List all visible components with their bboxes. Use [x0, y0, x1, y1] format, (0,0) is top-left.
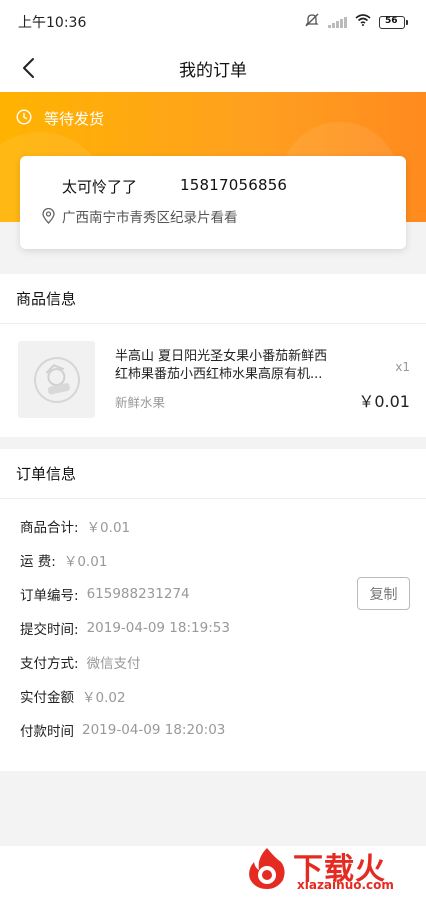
info-value: ￥0.02 [82, 690, 126, 706]
product-item[interactable]: 半高山 夏日阳光圣女果小番茄新鲜西红柿果番茄小西红柿水果高原有机... 新鲜水果… [0, 324, 426, 437]
info-label: 实付金额 [20, 690, 74, 706]
goods-section-header: 商品信息 [0, 274, 426, 324]
battery-level: 56 [385, 15, 398, 26]
mute-icon [304, 13, 320, 31]
product-store: 新鲜水果 [115, 395, 166, 410]
location-pin-icon [42, 207, 55, 224]
signal-icon [328, 16, 347, 28]
status-bar: 上午10:36 56 [0, 0, 426, 44]
product-thumbnail [18, 341, 95, 418]
copy-button[interactable]: 复制 [357, 577, 410, 610]
battery-icon: 56 [379, 15, 408, 29]
recipient-address: 广西南宁市青秀区纪录片看看 [62, 210, 238, 226]
page-title: 我的订单 [179, 60, 247, 81]
info-value: 微信支付 [86, 656, 141, 672]
address-card[interactable]: 太可怜了了 15817056856 广西南宁市青秀区纪录片看看 [20, 156, 406, 249]
order-info-row: 订单编号: 615988231274 复制 [0, 577, 426, 611]
info-value: ￥0.01 [86, 520, 131, 536]
info-label: 付款时间 [20, 724, 74, 740]
info-value: 2019-04-09 18:20:03 [82, 722, 226, 738]
order-info-section: 订单信息 商品合计: ￥0.01 运 费: ￥0.01 订单编号: 615988… [0, 449, 426, 771]
info-label: 订单编号: [20, 588, 79, 604]
watermark-url: xiazaihuo.com [297, 878, 394, 892]
order-info-row: 实付金额 ￥0.02 [0, 679, 426, 713]
nav-bar: 我的订单 [0, 44, 426, 92]
order-info-header: 订单信息 [0, 449, 426, 499]
order-info-list: 商品合计: ￥0.01 运 费: ￥0.01 订单编号: 61598823127… [0, 499, 426, 765]
info-value: ￥0.01 [63, 554, 108, 570]
status-time: 上午10:36 [18, 15, 87, 31]
recipient-name: 太可怜了了 [62, 178, 138, 196]
info-label: 商品合计: [20, 520, 79, 536]
wifi-icon [355, 14, 371, 30]
info-label: 运 费: [20, 554, 56, 570]
product-placeholder-logo [29, 352, 84, 407]
order-info-row: 提交时间: 2019-04-09 18:19:53 [0, 611, 426, 645]
clock-icon [16, 108, 32, 129]
product-title: 半高山 夏日阳光圣女果小番茄新鲜西红柿果番茄小西红柿水果高原有机... [115, 349, 328, 382]
info-value: 2019-04-09 18:19:53 [86, 620, 230, 636]
order-number: 615988231274 [86, 586, 190, 602]
product-price: ￥0.01 [358, 392, 410, 411]
product-quantity: x1 [395, 360, 410, 374]
order-info-row: 商品合计: ￥0.01 [0, 509, 426, 543]
order-status: 等待发货 [16, 108, 104, 129]
order-status-text: 等待发货 [44, 110, 105, 128]
order-info-row: 运 费: ￥0.01 [0, 543, 426, 577]
order-info-row: 付款时间 2019-04-09 18:20:03 [0, 713, 426, 747]
status-icons: 56 [304, 13, 408, 31]
info-label: 支付方式: [20, 656, 79, 672]
goods-section: 商品信息 半高山 夏日阳光圣女果小番茄新鲜西红柿果番茄小西红柿水果高原有机...… [0, 274, 426, 437]
flame-logo-icon [245, 846, 289, 890]
back-icon[interactable] [18, 56, 42, 80]
order-info-row: 支付方式: 微信支付 [0, 645, 426, 679]
info-label: 提交时间: [20, 622, 79, 638]
watermark: 下载火 xiazaihuo.com [245, 844, 420, 894]
recipient-phone: 15817056856 [180, 176, 288, 194]
